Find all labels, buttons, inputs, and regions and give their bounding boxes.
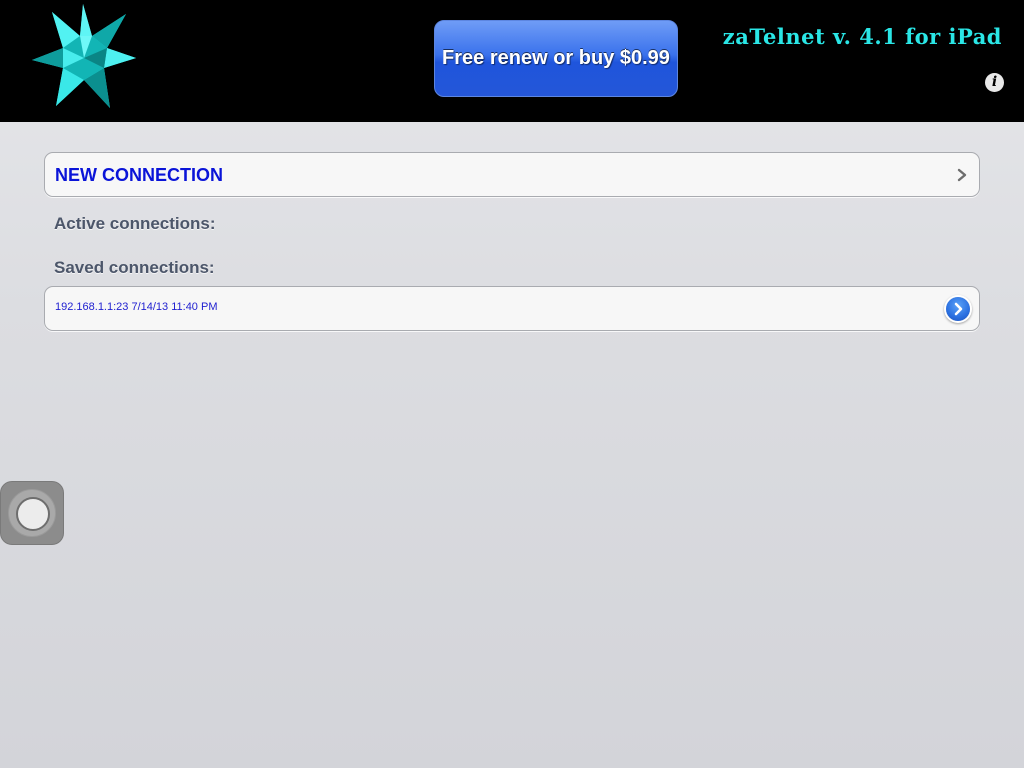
active-connections-heading: Active connections: bbox=[54, 214, 216, 233]
saved-connection-row[interactable]: 192.168.1.1:23 7/14/13 11:40 PM bbox=[44, 286, 980, 331]
app-title: zaTelnet v. 4.1 for iPad bbox=[722, 24, 1002, 49]
assistive-touch-center bbox=[16, 497, 50, 531]
assistive-touch-icon[interactable] bbox=[0, 481, 64, 545]
info-icon[interactable]: i bbox=[985, 73, 1004, 92]
free-renew-or-buy-button[interactable]: Free renew or buy $0.99 bbox=[434, 20, 678, 97]
saved-connection-label: 192.168.1.1:23 7/14/13 11:40 PM bbox=[55, 301, 218, 313]
chevron-right-icon bbox=[957, 168, 967, 182]
new-connection-button[interactable]: NEW CONNECTION bbox=[44, 152, 980, 197]
top-banner: Free renew or buy $0.99 zaTelnet v. 4.1 … bbox=[0, 0, 1024, 122]
new-connection-label: NEW CONNECTION bbox=[55, 165, 223, 185]
disclosure-arrow-icon[interactable] bbox=[946, 297, 970, 321]
star-polyhedron-logo-icon bbox=[32, 4, 136, 108]
saved-connections-heading: Saved connections: bbox=[54, 258, 215, 277]
